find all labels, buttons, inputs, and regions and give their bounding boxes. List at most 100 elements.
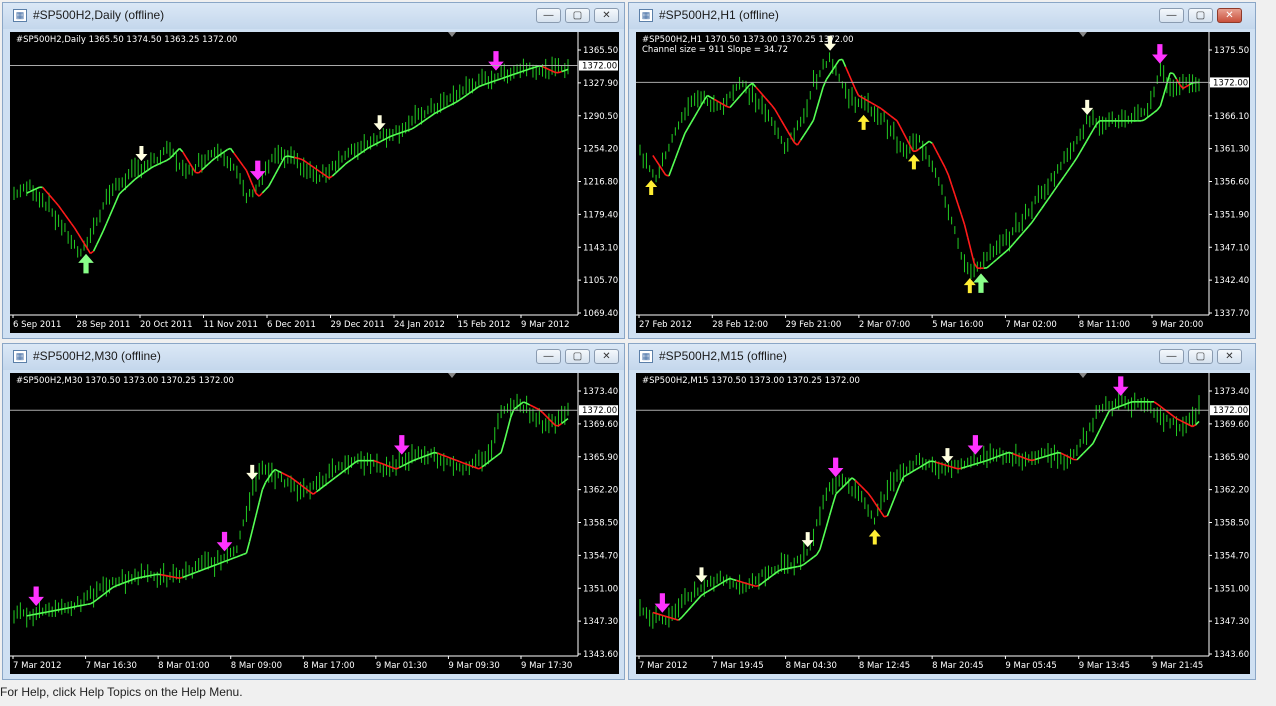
y-tick-label: 1351.00 [1214, 584, 1249, 594]
chart-area[interactable]: 1365.50 1327.90 1290.50 1254.20 1216.80 1179.… [10, 32, 619, 333]
signal-line-segment [32, 613, 37, 616]
signal-line-segment [694, 598, 699, 604]
signal-line-segment [1012, 452, 1017, 456]
minimize-button[interactable]: — [1159, 349, 1184, 364]
price-chart: 1373.40 1369.60 1365.90 1362.20 1358.50 1354.… [10, 373, 618, 671]
signal-line-segment [1040, 203, 1046, 210]
chart-area[interactable]: 1373.40 1369.60 1365.90 1362.20 1358.50 1354.… [636, 373, 1250, 674]
signal-line-segment [1105, 410, 1110, 419]
maximize-button[interactable]: ▢ [565, 8, 590, 23]
signal-line-segment [223, 148, 228, 153]
signal-line-segment [1018, 233, 1023, 238]
signal-line-segment [957, 204, 963, 215]
signal-line-segment [999, 453, 1004, 457]
signal-line-segment [934, 149, 940, 156]
chart-area[interactable]: 1375.501370.801366.101361.301356.601351.… [636, 32, 1250, 333]
signal-line-segment [434, 451, 438, 454]
signal-line-segment [806, 125, 811, 131]
signal-line-segment [932, 460, 936, 463]
signal-line-segment [1060, 175, 1065, 182]
signal-line-segment [797, 565, 801, 568]
window-m30[interactable]: ▦ #SP500H2,M30 (offline) — ▢ ✕ 1373.40 13… [2, 343, 625, 680]
signal-line-segment [970, 249, 975, 264]
window-daily[interactable]: ▦ #SP500H2,Daily (offline) — ▢ ✕ 1365.50… [2, 2, 625, 339]
signal-line-segment [96, 237, 101, 245]
window-m15[interactable]: ▦ #SP500H2,M15 (offline) — ▢ ✕ 1373.40 13… [628, 343, 1256, 680]
signal-line-segment [446, 456, 451, 459]
signal-line-segment [870, 102, 875, 106]
minimize-button[interactable]: — [1159, 8, 1184, 23]
titlebar[interactable]: ▦ #SP500H2,M30 (offline) — ▢ ✕ [3, 344, 624, 370]
signal-line-segment [118, 582, 123, 586]
signal-line-segment [245, 541, 251, 554]
arrow-shape [28, 586, 44, 606]
signal-line-segment [1031, 458, 1036, 462]
x-tick-label: 9 Mar 13:45 [1079, 661, 1130, 671]
signal-line-segment [414, 124, 419, 128]
signal-line-segment [675, 618, 679, 621]
signal-line-segment [838, 486, 843, 492]
window-h1[interactable]: ▦ #SP500H2,H1 (offline) — ▢ ✕ 1375.50 137… [628, 2, 1256, 339]
x-tick-label: 8 Mar 04:30 [786, 661, 837, 671]
y-tick-label: 1354.70 [1214, 551, 1249, 561]
signal-line-segment [284, 155, 289, 158]
close-button[interactable]: ✕ [594, 349, 619, 364]
minimize-button[interactable]: — [536, 8, 561, 23]
y-tick-label: 1343.60 [583, 650, 618, 660]
signal-line-segment [392, 467, 397, 470]
titlebar[interactable]: ▦ #SP500H2,H1 (offline) — ▢ ✕ [629, 3, 1255, 29]
signal-line-segment [674, 149, 680, 160]
signal-line-segment [687, 121, 693, 129]
x-tick-label: 9 Mar 2012 [521, 320, 569, 330]
signal-line-segment [989, 261, 994, 266]
titlebar[interactable]: ▦ #SP500H2,Daily (offline) — ▢ ✕ [3, 3, 624, 29]
y-tick-label: 1179.40 [583, 210, 618, 220]
signal-line-segment [1115, 406, 1119, 409]
signal-line-segment [1085, 446, 1091, 451]
signal-line-segment [784, 567, 788, 570]
shift-marker-icon [448, 32, 456, 37]
y-tick-label: 1351.90 [1214, 210, 1249, 220]
signal-line-segment [131, 178, 136, 183]
signal-line-segment [1041, 455, 1046, 459]
signal-line-segment [236, 156, 241, 163]
minimize-button[interactable]: — [536, 349, 561, 364]
x-tick-label: 6 Dec 2011 [267, 320, 316, 330]
signal-line-segment [169, 575, 174, 578]
signal-line-segment [405, 129, 410, 132]
signal-line-segment [182, 575, 187, 579]
signal-line-segment [1098, 423, 1104, 431]
signal-line-segment [472, 465, 476, 469]
signal-line-segment [274, 468, 279, 472]
signal-line-segment [893, 491, 898, 501]
signal-line-segment [48, 610, 53, 613]
signal-line-segment [1009, 451, 1013, 455]
signal-line-segment [398, 131, 403, 135]
signal-line-segment [1056, 180, 1062, 187]
close-button[interactable]: ✕ [1217, 349, 1242, 364]
y-tick-label: 1347.10 [1214, 243, 1249, 253]
signal-line-segment [344, 161, 349, 165]
signal-line-segment [902, 132, 908, 140]
titlebar[interactable]: ▦ #SP500H2,M15 (offline) — ▢ ✕ [629, 344, 1255, 370]
signal-line-segment [125, 580, 129, 584]
x-tick-label: 8 Mar 12:45 [859, 661, 910, 671]
signal-line-segment [192, 571, 196, 575]
chart-area[interactable]: 1373.40 1369.60 1365.90 1362.20 1358.50 1354.… [10, 373, 619, 674]
signal-line-segment [421, 455, 426, 459]
window-title: #SP500H2,M15 (offline) [659, 349, 787, 363]
signal-line-segment [774, 108, 779, 116]
signal-line-segment [986, 264, 991, 269]
close-button[interactable]: ✕ [1217, 8, 1242, 23]
signal-line-segment [1050, 189, 1056, 196]
arrow-shape [1152, 44, 1168, 64]
maximize-button[interactable]: ▢ [565, 349, 590, 364]
signal-line-segment [242, 165, 248, 171]
up-arrow-icon [857, 114, 870, 130]
close-button[interactable]: ✕ [594, 8, 619, 23]
signal-line-segment [233, 152, 238, 158]
signal-line-segment [150, 574, 155, 577]
maximize-button[interactable]: ▢ [1188, 349, 1213, 364]
maximize-button[interactable]: ▢ [1188, 8, 1213, 23]
signal-line-segment [880, 511, 885, 518]
